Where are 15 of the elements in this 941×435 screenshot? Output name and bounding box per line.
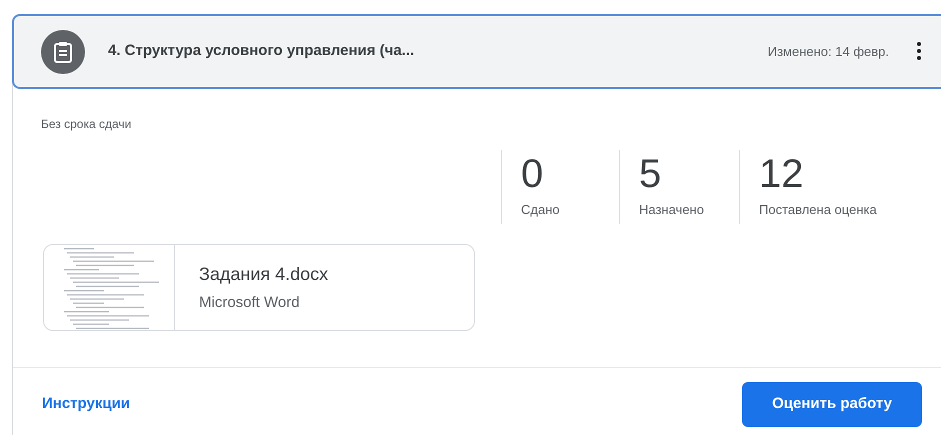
stat-label: Назначено xyxy=(639,201,705,219)
stat-label: Сдано xyxy=(521,201,561,219)
stat-value: 5 xyxy=(639,152,662,196)
modified-date: Изменено: 14 февр. xyxy=(768,42,889,61)
assignment-icon xyxy=(41,30,85,74)
stat-label: Поставлена оценка xyxy=(759,201,877,219)
attachment-card[interactable]: Задания 4.docx Microsoft Word xyxy=(43,244,475,331)
attachment-name: Задания 4.docx xyxy=(199,262,328,286)
assignment-title[interactable]: 4. Структура условного управления (ча... xyxy=(108,40,414,63)
stat-value: 12 xyxy=(759,152,804,196)
due-date: Без срока сдачи xyxy=(41,116,132,133)
instructions-link[interactable]: Инструкции xyxy=(42,393,130,416)
grade-button[interactable]: Оценить работу xyxy=(742,382,922,426)
attachment-type: Microsoft Word xyxy=(199,292,301,313)
stat-value: 0 xyxy=(521,152,544,196)
